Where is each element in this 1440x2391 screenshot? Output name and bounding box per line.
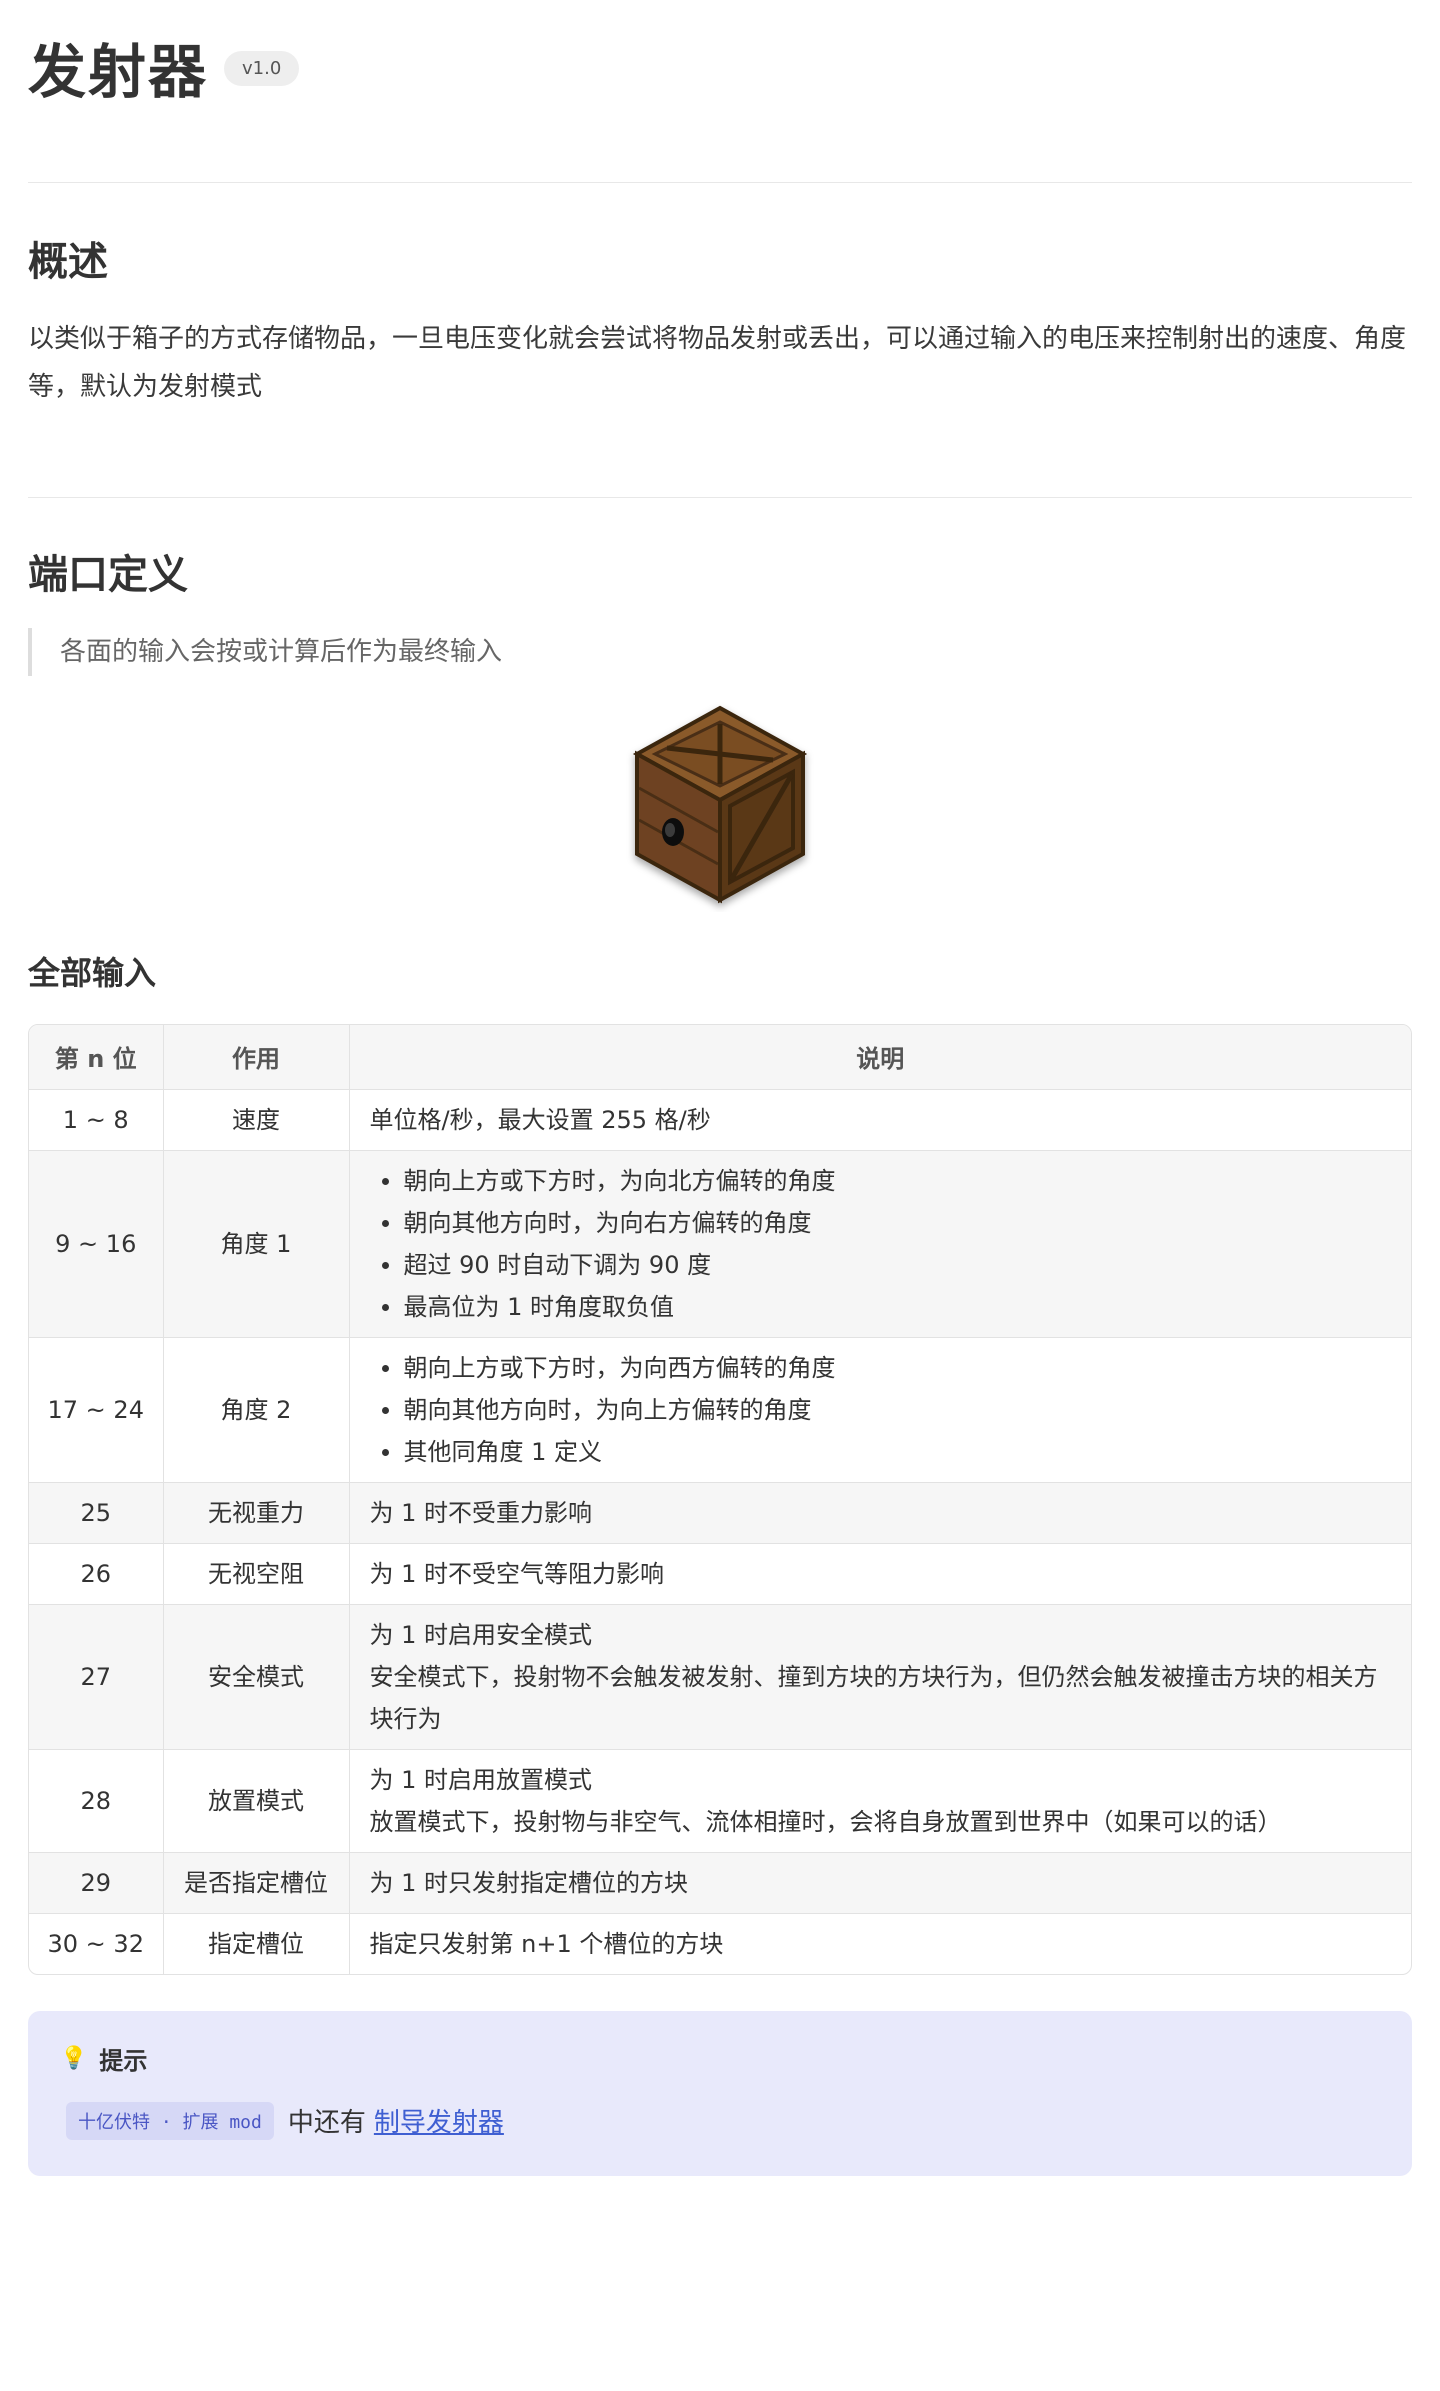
inputs-heading: 全部输入: [28, 954, 157, 992]
table-row: 26 无视空阻 为 1 时不受空气等阻力影响: [29, 1542, 1411, 1604]
column-header-function: 作用: [163, 1025, 350, 1090]
block-image-wrap: [28, 702, 1412, 912]
cell-function: 角度 2: [163, 1336, 350, 1482]
cell-description: 为 1 时启用放置模式 放置模式下，投射物与非空气、流体相撞时，会将自身放置到世…: [349, 1748, 1411, 1852]
table-row: 28 放置模式 为 1 时启用放置模式 放置模式下，投射物与非空气、流体相撞时，…: [29, 1748, 1411, 1852]
cell-description: 单位格/秒，最大设置 255 格/秒: [349, 1088, 1411, 1150]
tip-text: 中还有: [287, 2108, 366, 2138]
cell-function: 指定槽位: [163, 1912, 350, 1974]
cell-function: 放置模式: [163, 1748, 350, 1852]
divider: [28, 497, 1412, 498]
tip-heading: 提示: [99, 2046, 148, 2075]
cell-position: 9 ~ 16: [29, 1149, 164, 1337]
cell-description: 指定只发射第 n+1 个槽位的方块: [349, 1912, 1411, 1974]
cell-position: 29: [29, 1851, 164, 1913]
tip-callout: 💡 提示 十亿伏特 · 扩展 mod 中还有 制导发射器: [28, 2010, 1412, 2176]
tip-body: 十亿伏特 · 扩展 mod 中还有 制导发射器: [60, 2101, 1380, 2140]
cell-function: 无视重力: [163, 1481, 350, 1543]
table-row: 17 ~ 24 角度 2 朝向上方或下方时，为向西方偏转的角度 朝向其他方向时，…: [29, 1336, 1411, 1482]
bullet-list: 朝向上方或下方时，为向北方偏转的角度 朝向其他方向时，为向右方偏转的角度 超过 …: [370, 1160, 1392, 1328]
table-row: 1 ~ 8 速度 单位格/秒，最大设置 255 格/秒: [29, 1088, 1411, 1150]
cell-position: 17 ~ 24: [29, 1336, 164, 1482]
cell-description: 为 1 时只发射指定槽位的方块: [349, 1851, 1411, 1913]
column-header-position: 第 n 位: [29, 1025, 164, 1090]
cell-description: 为 1 时不受空气等阻力影响: [349, 1542, 1411, 1604]
cell-description: 朝向上方或下方时，为向西方偏转的角度 朝向其他方向时，为向上方偏转的角度 其他同…: [349, 1336, 1411, 1482]
cell-description: 为 1 时不受重力影响: [349, 1481, 1411, 1543]
tip-header: 💡 提示: [60, 2041, 1380, 2076]
list-item: 其他同角度 1 定义: [370, 1431, 1392, 1473]
cell-position: 30 ~ 32: [29, 1912, 164, 1974]
page: 发射器 v1.0 概述 以类似于箱子的方式存储物品，一旦电压变化就会尝试将物品发…: [0, 0, 1440, 2176]
list-item: 朝向上方或下方时，为向北方偏转的角度: [370, 1160, 1392, 1202]
description-line: 为 1 时启用放置模式: [369, 1765, 593, 1794]
bullet-list: 朝向上方或下方时，为向西方偏转的角度 朝向其他方向时，为向上方偏转的角度 其他同…: [370, 1347, 1392, 1473]
ports-note: 各面的输入会按或计算后作为最终输入: [28, 628, 1412, 676]
list-item: 最高位为 1 时角度取负值: [370, 1286, 1392, 1328]
cell-function: 安全模式: [163, 1603, 350, 1749]
description-line: 安全模式下，投射物不会触发被发射、撞到方块的方块行为，但仍然会触发被撞击方块的相…: [369, 1662, 1378, 1733]
description-line: 放置模式下，投射物与非空气、流体相撞时，会将自身放置到世界中（如果可以的话）: [369, 1807, 1282, 1836]
inputs-table-wrap: 第 n 位 作用 说明 1 ~ 8 速度 单位格/秒，最大设置 255 格/秒 …: [28, 1024, 1412, 1975]
list-item: 超过 90 时自动下调为 90 度: [370, 1244, 1392, 1286]
table-row: 9 ~ 16 角度 1 朝向上方或下方时，为向北方偏转的角度 朝向其他方向时，为…: [29, 1149, 1411, 1337]
table-row: 27 安全模式 为 1 时启用安全模式 安全模式下，投射物不会触发被发射、撞到方…: [29, 1603, 1411, 1749]
column-header-description: 说明: [349, 1025, 1411, 1090]
list-item: 朝向其他方向时，为向右方偏转的角度: [370, 1202, 1392, 1244]
title-row: 发射器 v1.0: [28, 0, 1412, 110]
cell-function: 是否指定槽位: [163, 1851, 350, 1913]
table-row: 29 是否指定槽位 为 1 时只发射指定槽位的方块: [29, 1851, 1411, 1913]
overview-text: 以类似于箱子的方式存储物品，一旦电压变化就会尝试将物品发射或丢出，可以通过输入的…: [28, 324, 1407, 402]
cell-position: 28: [29, 1748, 164, 1852]
lightbulb-icon: 💡: [60, 2045, 88, 2071]
table-row: 30 ~ 32 指定槽位 指定只发射第 n+1 个槽位的方块: [29, 1912, 1411, 1974]
ports-heading: 端口定义: [28, 552, 188, 598]
cell-position: 27: [29, 1603, 164, 1749]
cell-position: 26: [29, 1542, 164, 1604]
page-title: 发射器: [28, 38, 209, 106]
guided-launcher-link[interactable]: 制导发射器: [374, 2102, 504, 2139]
cell-position: 1 ~ 8: [29, 1088, 164, 1150]
launcher-block-image: [632, 705, 808, 904]
mod-tag: 十亿伏特 · 扩展 mod: [66, 2101, 274, 2140]
cell-function: 角度 1: [163, 1149, 350, 1337]
description-line: 为 1 时启用安全模式: [369, 1620, 593, 1649]
version-badge: v1.0: [224, 50, 300, 86]
table-header-row: 第 n 位 作用 说明: [29, 1025, 1411, 1090]
divider: [28, 182, 1412, 183]
list-item: 朝向上方或下方时，为向西方偏转的角度: [370, 1347, 1392, 1389]
cell-position: 25: [29, 1481, 164, 1543]
cell-description: 为 1 时启用安全模式 安全模式下，投射物不会触发被发射、撞到方块的方块行为，但…: [349, 1603, 1411, 1749]
list-item: 朝向其他方向时，为向上方偏转的角度: [370, 1389, 1392, 1431]
overview-heading: 概述: [28, 239, 108, 285]
table-row: 25 无视重力 为 1 时不受重力影响: [29, 1481, 1411, 1543]
inputs-table: 第 n 位 作用 说明 1 ~ 8 速度 单位格/秒，最大设置 255 格/秒 …: [29, 1025, 1411, 1974]
cell-function: 速度: [163, 1088, 350, 1150]
cell-description: 朝向上方或下方时，为向北方偏转的角度 朝向其他方向时，为向右方偏转的角度 超过 …: [349, 1149, 1411, 1337]
cell-function: 无视空阻: [163, 1542, 350, 1604]
